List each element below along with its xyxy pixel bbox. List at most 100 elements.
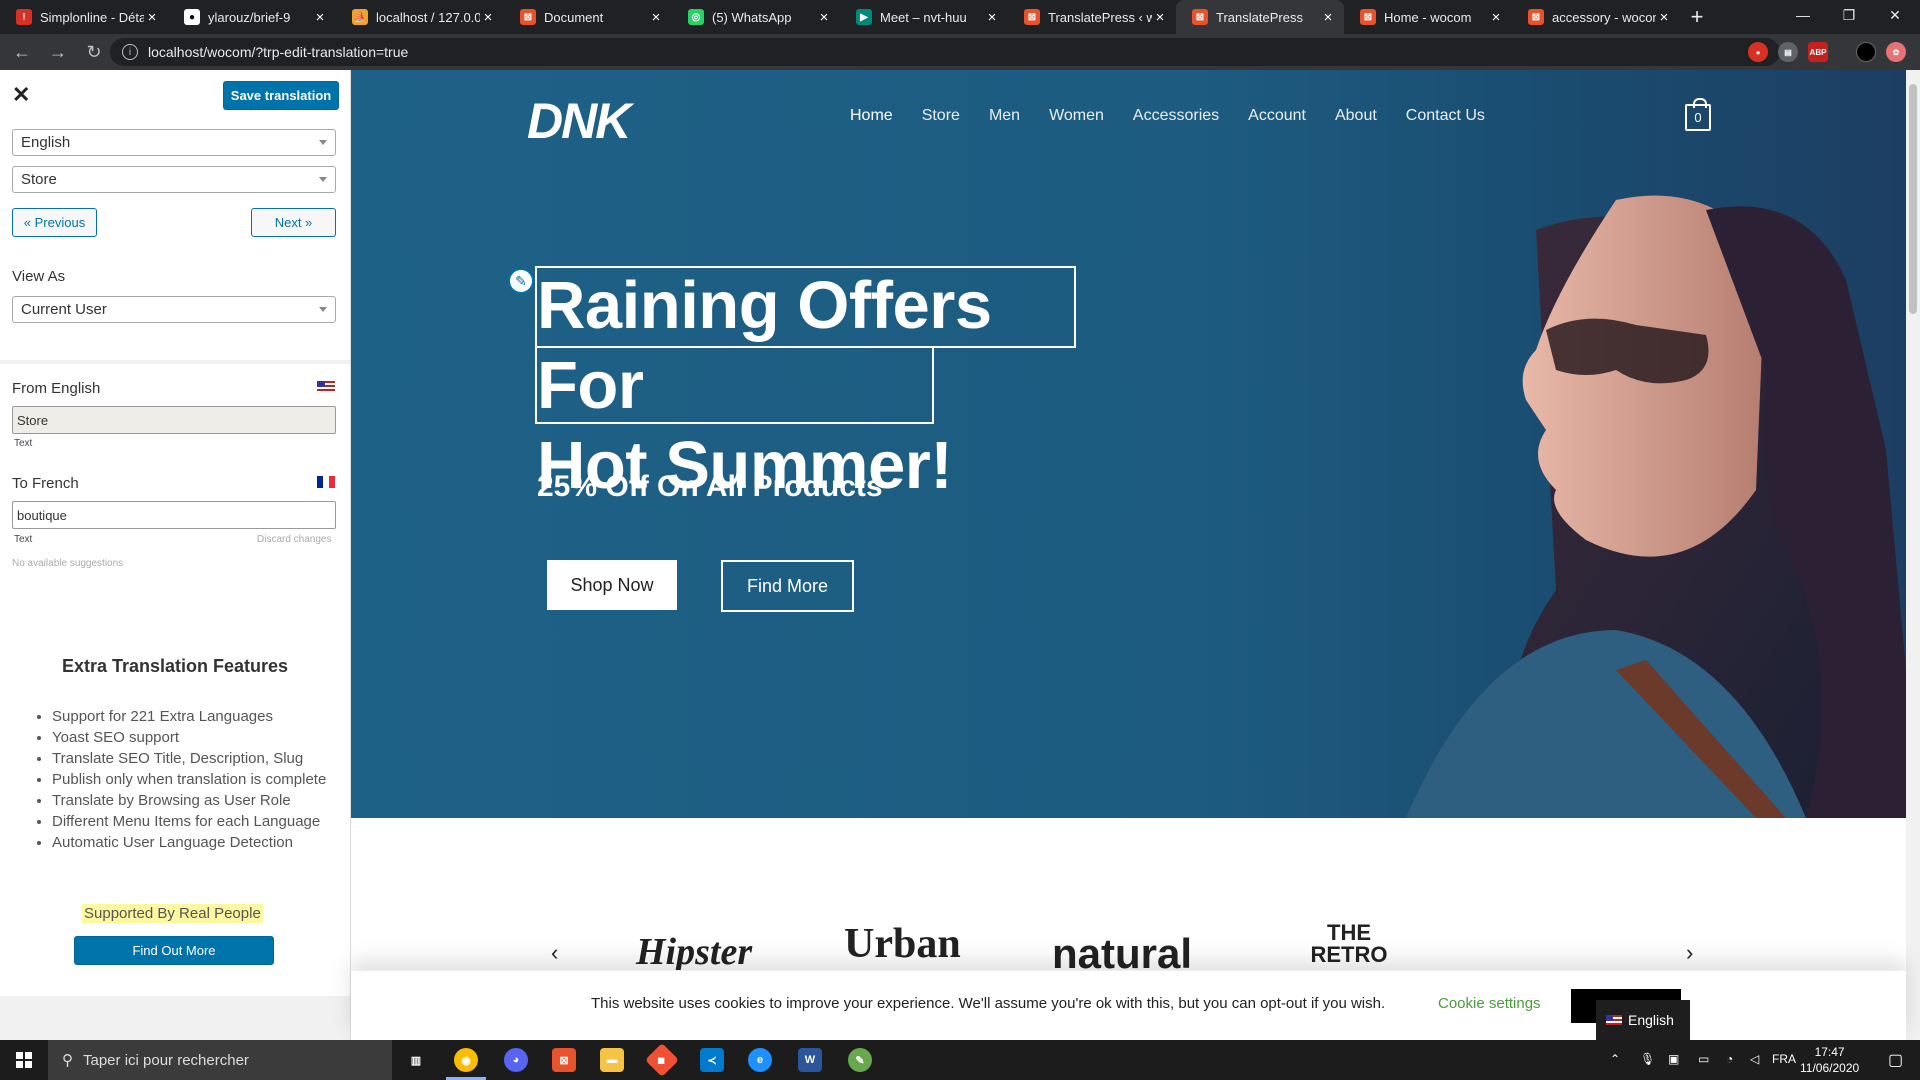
next-button[interactable]: Next » — [251, 208, 336, 237]
tray-chevron-icon[interactable]: ⌃ — [1610, 1052, 1620, 1066]
close-tab-icon[interactable]: × — [816, 9, 832, 26]
nav-item-accessories[interactable]: Accessories — [1133, 107, 1219, 125]
edit-pencil-icon[interactable]: ✎ — [508, 268, 534, 294]
file-explorer-icon[interactable]: ▬ — [600, 1048, 624, 1072]
view-as-select[interactable]: Current User — [12, 296, 336, 323]
git-icon[interactable]: ◆ — [645, 1043, 679, 1077]
nav-item-men[interactable]: Men — [989, 107, 1020, 125]
paint-icon[interactable]: ✎ — [848, 1048, 872, 1072]
chevron-down-icon — [319, 307, 327, 312]
browser-tab[interactable]: ⊠ TranslatePress ‹ woc× — [1008, 0, 1176, 34]
forward-arrow-icon[interactable]: → — [44, 38, 72, 66]
tab-favicon-icon: ● — [184, 9, 200, 25]
find-more-button[interactable]: Find More — [721, 560, 854, 612]
find-out-more-button[interactable]: Find Out More — [74, 936, 274, 965]
feature-item: Different Menu Items for each Language — [52, 811, 332, 832]
close-window-button[interactable]: ✕ — [1872, 0, 1918, 30]
internet-explorer-icon[interactable]: e — [748, 1048, 772, 1072]
carousel-next-icon[interactable]: › — [1686, 940, 1693, 966]
close-tab-icon[interactable]: × — [144, 9, 160, 26]
wifi-icon[interactable]: ◔ — [1726, 1052, 1733, 1066]
close-editor-icon[interactable]: ✕ — [12, 82, 30, 108]
close-tab-icon[interactable]: × — [1152, 9, 1168, 26]
clock[interactable]: 17:47 11/06/2020 — [1800, 1044, 1859, 1076]
maximize-button[interactable]: ❐ — [1826, 0, 1872, 30]
carousel-prev-icon[interactable]: ‹ — [551, 940, 558, 966]
translation-input[interactable]: boutique — [12, 501, 336, 529]
extension-icon-3[interactable]: ✿ — [1886, 42, 1906, 62]
browser-tab[interactable]: ◎ (5) WhatsApp × — [672, 0, 840, 34]
taskbar-search[interactable]: ⚲ Taper ici pour rechercher — [48, 1040, 392, 1080]
tab-favicon-icon: ◎ — [688, 9, 704, 25]
reload-icon[interactable]: ↻ — [80, 38, 108, 66]
cookie-settings-link[interactable]: Cookie settings — [1438, 995, 1541, 1012]
language-select[interactable]: English — [12, 129, 336, 156]
close-tab-icon[interactable]: × — [984, 9, 1000, 26]
action-center-icon[interactable]: ▢ — [1888, 1050, 1903, 1070]
discord-icon[interactable]: ◕ — [504, 1048, 528, 1072]
cart-icon[interactable]: 0 — [1685, 98, 1711, 131]
close-tab-icon[interactable]: × — [648, 9, 664, 26]
extension-icon-2[interactable]: ▤ — [1778, 42, 1798, 62]
extension-icon-1[interactable]: ● — [1748, 42, 1768, 62]
nav-item-account[interactable]: Account — [1248, 107, 1306, 125]
volume-icon[interactable]: ◁ — [1750, 1052, 1759, 1066]
address-bar[interactable]: i localhost/wocom/?trp-edit-translation=… — [110, 38, 1780, 66]
browser-tab[interactable]: ▶ Meet – nvt-huu × — [840, 0, 1008, 34]
page-scrollbar[interactable] — [1906, 70, 1920, 1040]
xampp-icon[interactable]: ⊠ — [552, 1048, 576, 1072]
nav-item-store[interactable]: Store — [922, 107, 960, 125]
url-text[interactable]: localhost/wocom/?trp-edit-translation=tr… — [148, 44, 408, 60]
browser-tab[interactable]: ⊠ Home - wocom × — [1344, 0, 1512, 34]
feature-item: Support for 221 Extra Languages — [52, 706, 332, 727]
extra-features-title: Extra Translation Features — [61, 656, 289, 676]
task-view-icon[interactable]: ▥ — [404, 1048, 428, 1072]
info-icon[interactable]: i — [122, 44, 138, 60]
nav-item-women[interactable]: Women — [1049, 107, 1104, 125]
string-select[interactable]: Store — [12, 166, 336, 193]
vscode-icon[interactable]: ≺ — [700, 1048, 724, 1072]
close-tab-icon[interactable]: × — [1320, 9, 1336, 26]
browser-tab[interactable]: ● ylarouz/brief-9 × — [168, 0, 336, 34]
input-language[interactable]: FRA — [1772, 1052, 1796, 1066]
site-logo[interactable]: DNK — [527, 92, 631, 150]
battery-icon[interactable]: ▭ — [1698, 1052, 1709, 1066]
back-arrow-icon[interactable]: ← — [8, 38, 36, 66]
browser-tab[interactable]: ⊠ Document × — [504, 0, 672, 34]
chrome-icon[interactable]: ◉ — [454, 1048, 478, 1072]
chevron-down-icon — [319, 140, 327, 145]
language-switcher[interactable]: English — [1596, 1000, 1690, 1040]
microphone-icon[interactable]: 🎙 — [1640, 1052, 1655, 1066]
brand-logo-hipster: Hipster — [636, 931, 753, 973]
new-tab-button[interactable]: + — [1680, 0, 1714, 34]
browser-tab[interactable]: ⊠ TranslatePress × — [1176, 0, 1344, 34]
close-tab-icon[interactable]: × — [312, 9, 328, 26]
profile-avatar[interactable] — [1856, 42, 1876, 62]
shop-now-button[interactable]: Shop Now — [547, 560, 677, 610]
adblock-icon[interactable]: ABP — [1808, 42, 1828, 62]
discard-changes-link[interactable]: Discard changes — [257, 534, 331, 545]
save-translation-button[interactable]: Save translation — [223, 81, 339, 110]
close-tab-icon[interactable]: × — [480, 9, 496, 26]
close-tab-icon[interactable]: × — [1656, 9, 1672, 26]
browser-tab[interactable]: ! Simplonline - Détail × — [0, 0, 168, 34]
tab-title: (5) WhatsApp — [712, 9, 792, 25]
nav-item-about[interactable]: About — [1335, 107, 1377, 125]
feature-item: Publish only when translation is complet… — [52, 769, 332, 790]
browser-toolbar: ← → ↻ i localhost/wocom/?trp-edit-transl… — [0, 34, 1920, 70]
nav-item-contact-us[interactable]: Contact Us — [1406, 107, 1485, 125]
scrollbar-thumb[interactable] — [1909, 84, 1917, 314]
nav-item-home[interactable]: Home — [850, 107, 893, 125]
original-string-field: Store — [12, 406, 336, 434]
notifications-tray-icon[interactable]: ▣ — [1668, 1052, 1679, 1066]
hero-subheadline[interactable]: 25% Off On All Products — [537, 470, 883, 504]
word-icon[interactable]: W — [798, 1048, 822, 1072]
close-tab-icon[interactable]: × — [1488, 9, 1504, 26]
start-button[interactable] — [0, 1040, 48, 1080]
browser-tab[interactable]: ⛵ localhost / 127.0.0.1× — [336, 0, 504, 34]
supported-text: Supported By Real People — [82, 904, 263, 923]
hero-headline-line-1[interactable]: Raining Offers For — [537, 266, 1057, 426]
minimize-button[interactable]: — — [1780, 0, 1826, 30]
browser-tab[interactable]: ⊠ accessory - wocom × — [1512, 0, 1680, 34]
previous-button[interactable]: « Previous — [12, 208, 97, 237]
